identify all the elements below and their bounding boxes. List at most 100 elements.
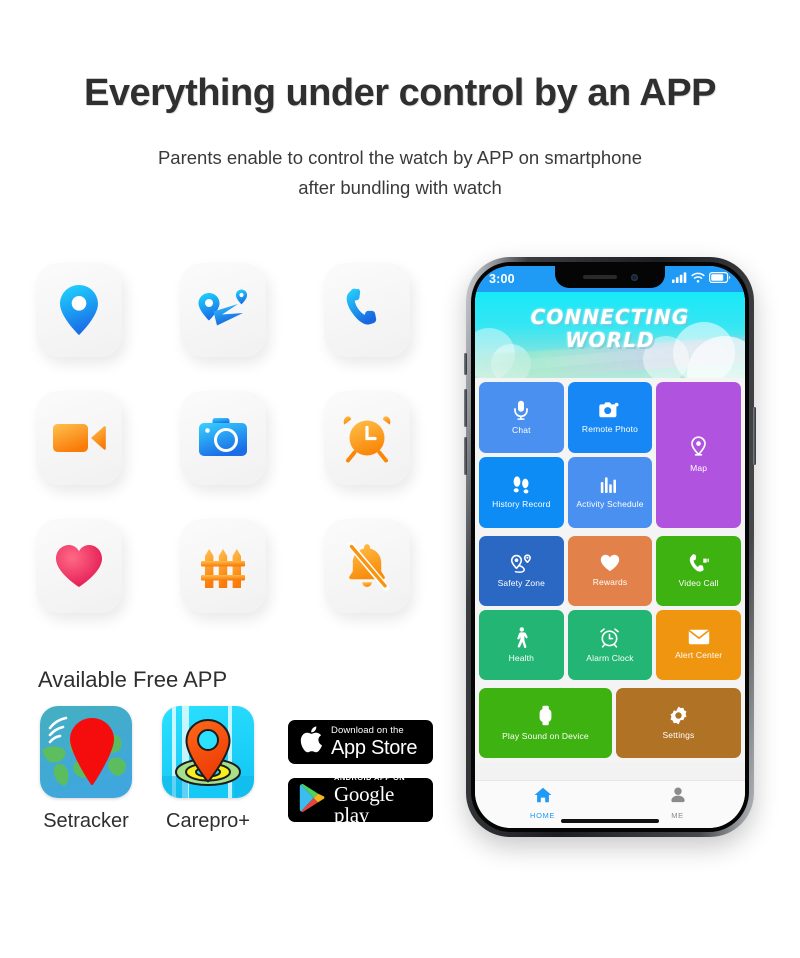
tile-alarm-clock[interactable]: Alarm Clock: [567, 610, 653, 680]
feature-tile-phone-call[interactable]: [324, 263, 410, 357]
tile-label: Safety Zone: [497, 577, 546, 588]
feature-tile-camera[interactable]: [180, 391, 266, 485]
feature-tile-video[interactable]: [36, 391, 122, 485]
geo-fence-icon: [510, 554, 532, 573]
home-icon: [534, 787, 552, 808]
app-store-badge-big: App Store: [331, 736, 418, 759]
location-pin-icon: [56, 284, 102, 336]
app-tile-grid-section-2: Safety Zone Rewards Video Call Health Al…: [475, 532, 745, 684]
subtitle-line-2: after bundling with watch: [298, 177, 502, 198]
walking-icon: [514, 626, 529, 648]
alarm-clock-icon: [599, 627, 620, 648]
footsteps-icon: [511, 475, 531, 494]
status-bar-time: 3:00: [489, 272, 515, 286]
feature-icon-grid: [36, 263, 436, 613]
phone-screen: 3:00 CONNECTING WORLD Chat Remote Photo …: [475, 266, 745, 828]
video-call-icon: [689, 553, 709, 573]
subtitle-line-1: Parents enable to control the watch by A…: [157, 147, 643, 168]
envelope-icon: [688, 629, 710, 645]
battery-icon: [709, 270, 731, 288]
google-play-badge[interactable]: ANDROID APP ON Google play: [288, 774, 433, 825]
tile-label: Play Sound on Device: [502, 730, 589, 741]
front-camera-icon: [630, 273, 638, 281]
app-label-carepro: Carepro+: [166, 810, 250, 832]
gear-icon: [669, 706, 688, 725]
tile-activity-schedule[interactable]: Activity Schedule: [567, 457, 653, 528]
tile-health[interactable]: Health: [479, 610, 564, 680]
home-indicator[interactable]: [561, 819, 659, 823]
tile-label: Chat: [512, 424, 531, 435]
app-tile-grid-section-1: Chat Remote Photo Map History Record Act…: [475, 378, 745, 532]
tile-label: Rewards: [592, 577, 628, 588]
phone-mute-switch[interactable]: [464, 353, 467, 375]
signal-bars-icon: [672, 270, 687, 288]
tile-label: Alarm Clock: [586, 652, 634, 663]
app-store-badge[interactable]: Download on the App Store: [288, 720, 433, 764]
tab-label-home: HOME: [530, 811, 555, 820]
phone-volume-up-button[interactable]: [464, 389, 467, 427]
bell-muted-icon: [343, 541, 391, 591]
microphone-icon: [513, 400, 529, 420]
phone-power-button[interactable]: [753, 407, 756, 465]
tile-label: Health: [508, 652, 535, 663]
tile-label: Alert Center: [675, 650, 723, 661]
feature-tile-silent[interactable]: [324, 519, 410, 613]
tile-video-call[interactable]: Video Call: [656, 536, 741, 606]
tile-label: History Record: [492, 499, 551, 510]
status-bar-indicators: [672, 270, 731, 288]
tile-label: Video Call: [678, 578, 719, 589]
tile-rewards[interactable]: Rewards: [567, 536, 653, 606]
available-apps-title: Available Free APP: [38, 667, 228, 692]
apple-logo-icon: [299, 725, 323, 759]
map-pin-icon: [690, 436, 707, 458]
tile-label: Settings: [662, 729, 695, 740]
bottom-tab-bar: HOME ME: [475, 780, 745, 828]
tile-label: Map: [690, 463, 708, 474]
camera-icon: [599, 401, 620, 419]
heart-icon: [600, 554, 620, 572]
tile-play-sound-on-device[interactable]: Play Sound on Device: [479, 688, 612, 758]
camera-icon: [198, 416, 248, 460]
banner-title-line-1: CONNECTING: [530, 305, 690, 329]
bar-chart-icon: [600, 476, 619, 494]
tile-alert-center[interactable]: Alert Center: [656, 610, 741, 680]
tile-history-record[interactable]: History Record: [479, 457, 564, 528]
app-store-badge-text: Download on the App Store: [331, 726, 418, 759]
banner-title-line-2: WORLD: [565, 328, 655, 352]
app-label-setracker: Setracker: [43, 810, 129, 832]
tab-label-me: ME: [671, 811, 684, 820]
feature-tile-fence[interactable]: [180, 519, 266, 613]
tile-safety-zone[interactable]: Safety Zone: [479, 536, 564, 606]
phone-bezel: 3:00 CONNECTING WORLD Chat Remote Photo …: [471, 262, 749, 832]
tile-label: Remote Photo: [581, 423, 639, 434]
tab-me[interactable]: ME: [610, 787, 745, 820]
setracker-app-icon: [40, 706, 132, 798]
phone-volume-down-button[interactable]: [464, 437, 467, 475]
feature-tile-health[interactable]: [36, 519, 122, 613]
video-camera-icon: [52, 420, 106, 456]
tile-remote-photo[interactable]: Remote Photo: [567, 382, 653, 453]
app-tile-grid-section-3: Play Sound on Device Settings: [475, 684, 745, 762]
route-map-icon: [195, 288, 251, 332]
google-play-badge-big: Google play: [334, 781, 395, 827]
feature-tile-location[interactable]: [36, 263, 122, 357]
tile-settings[interactable]: Settings: [615, 688, 741, 758]
feature-tile-alarm-clock[interactable]: [324, 391, 410, 485]
watch-icon: [538, 705, 553, 726]
google-play-badge-text: ANDROID APP ON Google play: [334, 774, 433, 826]
tile-map[interactable]: Map: [656, 382, 741, 528]
tile-label: Activity Schedule: [576, 498, 644, 509]
google-play-logo-icon: [299, 783, 326, 818]
page-title: Everything under control by an APP: [84, 72, 716, 114]
app-item-carepro[interactable]: Carepro+: [156, 706, 260, 833]
google-play-badge-small: ANDROID APP ON: [334, 773, 406, 783]
tile-chat[interactable]: Chat: [479, 382, 564, 453]
wifi-icon: [691, 270, 705, 288]
tab-home[interactable]: HOME: [475, 787, 610, 820]
alarm-clock-icon: [342, 413, 392, 463]
phone-mockup: 3:00 CONNECTING WORLD Chat Remote Photo …: [464, 257, 756, 837]
phone-notch: [555, 266, 665, 288]
banner-title: CONNECTING WORLD: [475, 306, 745, 352]
app-item-setracker[interactable]: Setracker: [34, 706, 138, 833]
feature-tile-route-map[interactable]: [180, 263, 266, 357]
